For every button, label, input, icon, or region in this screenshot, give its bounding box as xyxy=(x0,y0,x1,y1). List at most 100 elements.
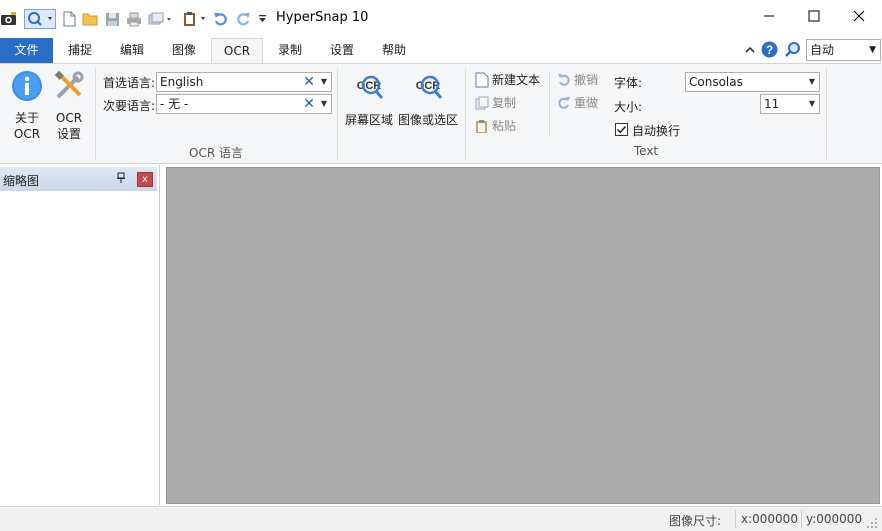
word-wrap-checkbox[interactable] xyxy=(615,123,628,136)
minimize-button[interactable] xyxy=(746,0,792,32)
image-canvas[interactable] xyxy=(166,167,880,504)
clipboard-dropdown-button[interactable] xyxy=(181,9,209,29)
primary-language-label: 首选语言: xyxy=(103,76,156,90)
app-camera-icon[interactable] xyxy=(0,9,18,29)
zoom-select-value: 自动 xyxy=(810,43,835,57)
ocr-settings-label-2: 设置 xyxy=(56,127,81,141)
clear-icon[interactable]: ✕ xyxy=(303,73,315,91)
redo-icon[interactable] xyxy=(234,9,252,29)
close-icon xyxy=(853,10,865,22)
resize-grip-icon[interactable] xyxy=(866,517,878,531)
tab-settings[interactable]: 设置 xyxy=(317,38,367,63)
copy-icon xyxy=(475,96,489,110)
ocr-settings-button[interactable]: OCR 设置 xyxy=(50,70,88,142)
group-separator xyxy=(337,68,338,160)
screen-region-label: 屏幕区域 xyxy=(344,113,393,127)
undo-label: 撤销 xyxy=(574,73,599,87)
open-folder-icon[interactable] xyxy=(81,9,99,29)
save-icon[interactable] xyxy=(103,9,121,29)
clipboard-icon xyxy=(184,12,205,26)
about-ocr-button[interactable]: 关于 OCR xyxy=(6,70,48,142)
tab-record[interactable]: 录制 xyxy=(265,38,315,63)
font-value: Consolas xyxy=(689,75,743,89)
magnifier-icon xyxy=(28,12,52,26)
about-ocr-label-2: OCR xyxy=(13,127,41,141)
primary-language-value: English xyxy=(160,75,204,89)
status-separator xyxy=(735,510,736,528)
paste-button[interactable]: 粘贴 xyxy=(475,116,516,136)
redo-button[interactable]: 重做 xyxy=(557,93,598,113)
close-window-button[interactable] xyxy=(836,0,882,32)
tools-icon xyxy=(54,70,84,99)
zoom-select[interactable]: 自动 ▼ xyxy=(806,39,881,61)
ocr-screen-region-button[interactable]: OCR 屏幕区域 xyxy=(342,72,396,128)
ocr-settings-label-1: OCR xyxy=(55,111,83,125)
search-magnifier-icon[interactable] xyxy=(784,41,802,59)
pin-icon[interactable] xyxy=(114,172,128,186)
ocr-image-selection-button[interactable]: OCR 图像或选区 xyxy=(397,72,459,128)
undo-icon xyxy=(558,74,570,86)
group-separator xyxy=(826,68,827,160)
copy-label: 复制 xyxy=(492,96,517,110)
size-label: 大小: xyxy=(614,100,643,114)
chevron-down-icon[interactable]: ▼ xyxy=(809,95,815,113)
font-select[interactable]: Consolas ▼ xyxy=(685,72,820,92)
copy-dropdown-button[interactable] xyxy=(147,9,175,29)
text-group-label: Text xyxy=(633,144,659,158)
thumbnail-pane-header: 缩略图 x xyxy=(0,167,157,191)
app-title: HyperSnap 10 xyxy=(276,10,369,25)
windows-icon xyxy=(148,12,171,24)
checkmark-icon xyxy=(616,125,627,134)
minimize-icon xyxy=(764,15,774,17)
status-separator xyxy=(801,510,802,528)
maximize-button[interactable] xyxy=(791,0,837,32)
title-bar: HyperSnap 10 xyxy=(0,0,882,38)
copy-button[interactable]: 复制 xyxy=(475,93,516,113)
tab-file[interactable]: 文件 xyxy=(0,38,53,63)
close-pane-button[interactable]: x xyxy=(137,172,153,187)
size-value: 11 xyxy=(764,97,780,111)
status-bar: 图像尺寸: x:000000 y:000000 xyxy=(0,506,882,531)
chevron-down-icon[interactable]: ▼ xyxy=(321,73,327,91)
cursor-y: y:000000 xyxy=(806,512,863,526)
tab-edit[interactable]: 编辑 xyxy=(107,38,157,63)
help-icon[interactable]: ? xyxy=(761,41,778,58)
print-icon[interactable] xyxy=(125,9,143,29)
image-size-label: 图像尺寸: xyxy=(669,514,722,528)
chevron-down-icon[interactable]: ▼ xyxy=(809,73,815,91)
clear-icon[interactable]: ✕ xyxy=(303,95,315,113)
redo-icon xyxy=(558,97,570,109)
zoom-capture-button[interactable] xyxy=(24,9,56,29)
undo-button[interactable]: 撤销 xyxy=(557,70,598,90)
secondary-language-select[interactable]: - 无 - ✕ ▼ xyxy=(156,94,332,114)
info-icon xyxy=(12,71,42,101)
undo-icon[interactable] xyxy=(212,9,230,29)
group-separator xyxy=(549,72,550,136)
thumbnail-pane: 缩略图 x xyxy=(0,165,160,505)
primary-language-select[interactable]: English ✕ ▼ xyxy=(156,72,332,92)
size-select[interactable]: 11 ▼ xyxy=(760,94,820,114)
new-text-label: 新建文本 xyxy=(492,73,541,87)
new-text-button[interactable]: 新建文本 xyxy=(475,70,540,90)
font-label: 字体: xyxy=(614,76,643,90)
maximize-icon xyxy=(808,10,820,22)
new-icon[interactable] xyxy=(61,9,77,29)
secondary-language-value: - 无 - xyxy=(160,97,189,111)
tab-capture[interactable]: 捕捉 xyxy=(55,38,105,63)
customize-toolbar-icon[interactable] xyxy=(256,9,268,29)
ribbon-tabs: 文件 捕捉 编辑 图像 OCR 录制 设置 帮助 ? xyxy=(0,38,882,64)
ocr-magnifier-icon: OCR xyxy=(416,75,443,99)
chevron-down-icon: ▼ xyxy=(869,45,876,55)
ocr-language-group-label: OCR 语言 xyxy=(189,146,243,160)
cursor-x: x:000000 xyxy=(741,512,798,526)
tab-ocr[interactable]: OCR xyxy=(211,38,263,64)
tab-help[interactable]: 帮助 xyxy=(369,38,419,63)
about-ocr-label-1: 关于 xyxy=(14,111,39,125)
new-document-icon xyxy=(475,72,489,88)
chevron-down-icon[interactable]: ▼ xyxy=(321,95,327,113)
image-selection-label: 图像或选区 xyxy=(397,113,458,127)
tab-image[interactable]: 图像 xyxy=(159,38,209,63)
redo-label: 重做 xyxy=(574,96,599,110)
collapse-ribbon-icon[interactable] xyxy=(744,44,756,56)
paste-label: 粘贴 xyxy=(492,119,517,133)
